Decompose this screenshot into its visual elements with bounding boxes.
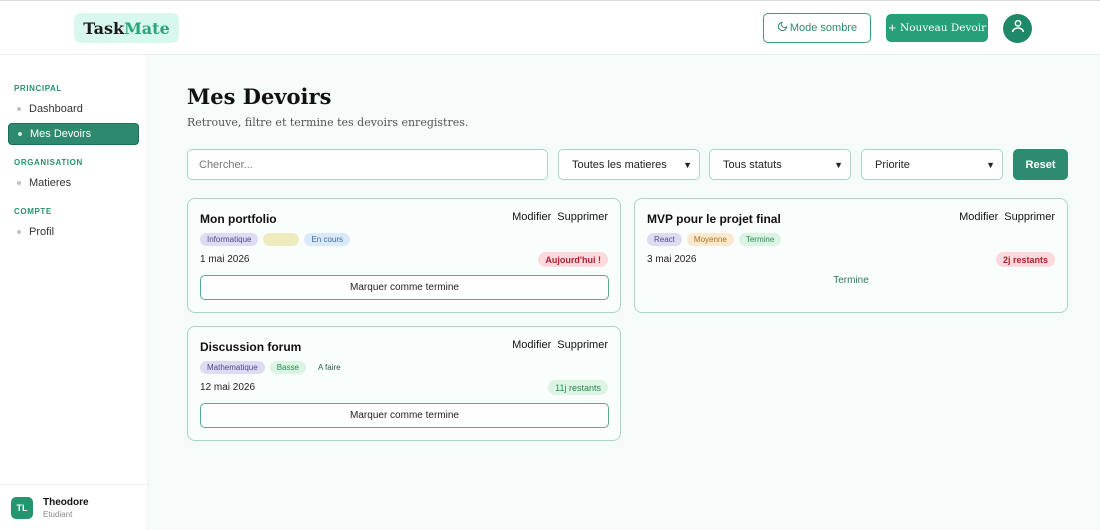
- priority-filter-select[interactable]: Priorite ▼: [861, 149, 1003, 180]
- sidebar-item-dashboard[interactable]: Dashboard: [8, 98, 139, 120]
- due-date: 12 mai 2026: [200, 382, 256, 393]
- search-input[interactable]: [187, 149, 548, 180]
- logo-text-task: Task: [83, 18, 125, 38]
- status-tag: Termine: [738, 233, 782, 246]
- due-date: 1 mai 2026: [200, 254, 250, 265]
- top-bar: Task Mate Mode sombre + Nouveau Devoir: [0, 0, 1100, 55]
- due-badge: Aujourd'hui !: [538, 252, 608, 267]
- bullet-icon: [17, 230, 21, 234]
- sidebar-item-label: Matieres: [29, 177, 72, 189]
- status-filter-select[interactable]: Tous statuts ▼: [709, 149, 851, 180]
- bullet-icon: [18, 132, 22, 136]
- dark-mode-label: Mode sombre: [789, 22, 858, 34]
- priority-filter-value: Priorite: [875, 158, 910, 171]
- mark-done-button[interactable]: Marquer comme termine: [200, 275, 609, 300]
- page-subtitle: Retrouve, filtre et termine tes devoirs …: [187, 116, 469, 129]
- chevron-down-icon: ▼: [834, 159, 843, 170]
- bullet-icon: [17, 181, 21, 185]
- subject-tag: React: [647, 233, 682, 246]
- due-badge: 2j restants: [995, 252, 1055, 267]
- sidebar-item-profil[interactable]: Profil: [8, 221, 139, 243]
- delete-button[interactable]: Supprimer: [557, 339, 608, 351]
- subject-filter-value: Toutes les matieres: [572, 158, 667, 171]
- status-tag: En cours: [304, 233, 351, 246]
- homework-card: MVP pour le projet final Modifier Suppri…: [634, 198, 1068, 313]
- logo-text-mate: Mate: [124, 18, 170, 38]
- card-tags: Informatique En cours: [200, 233, 351, 246]
- due-badge: 11j restants: [548, 380, 608, 395]
- homework-card: Discussion forum Modifier Supprimer Math…: [187, 326, 621, 441]
- subject-tag: Informatique: [200, 233, 259, 246]
- reset-button[interactable]: Reset: [1013, 149, 1068, 180]
- completed-label: Termine: [833, 275, 869, 286]
- user-icon: [1010, 18, 1026, 39]
- edit-button[interactable]: Modifier: [959, 211, 998, 223]
- moon-icon: [777, 21, 788, 35]
- status-filter-value: Tous statuts: [723, 158, 782, 171]
- app-logo[interactable]: Task Mate: [74, 13, 179, 43]
- user-avatar: TL: [11, 497, 33, 519]
- card-actions: Modifier Supprimer: [512, 339, 608, 351]
- card-title: Mon portfolio: [200, 212, 277, 226]
- user-box[interactable]: TL Theodore Etudiant: [0, 484, 148, 530]
- card-actions: Modifier Supprimer: [512, 211, 608, 223]
- mark-done-button[interactable]: Marquer comme termine: [200, 403, 609, 428]
- sidebar-section-compte: COMPTE: [14, 207, 52, 216]
- edit-button[interactable]: Modifier: [512, 211, 551, 223]
- sidebar: PRINCIPAL Dashboard Mes Devoirs ORGANISA…: [0, 55, 148, 530]
- due-date: 3 mai 2026: [647, 254, 697, 265]
- new-homework-button[interactable]: + Nouveau Devoir: [886, 14, 988, 42]
- card-actions: Modifier Supprimer: [959, 211, 1055, 223]
- chevron-down-icon: ▼: [986, 159, 995, 170]
- page-title: Mes Devoirs: [187, 84, 332, 109]
- subject-filter-select[interactable]: Toutes les matieres ▼: [558, 149, 700, 180]
- card-tags: Mathematique Basse A faire: [200, 361, 348, 374]
- priority-tag: [263, 233, 300, 246]
- sidebar-section-principal: PRINCIPAL: [14, 84, 62, 93]
- homework-card: Mon portfolio Modifier Supprimer Informa…: [187, 198, 621, 313]
- priority-tag: Moyenne: [686, 233, 734, 246]
- status-tag: A faire: [317, 363, 341, 372]
- card-tags: React Moyenne Termine: [647, 233, 782, 246]
- sidebar-item-label: Dashboard: [29, 103, 83, 115]
- bullet-icon: [17, 107, 21, 111]
- user-role: Etudiant: [43, 510, 73, 519]
- subject-tag: Mathematique: [200, 361, 265, 374]
- sidebar-item-mes-devoirs[interactable]: Mes Devoirs: [8, 123, 139, 145]
- sidebar-section-organisation: ORGANISATION: [14, 158, 83, 167]
- chevron-down-icon: ▼: [683, 159, 692, 170]
- delete-button[interactable]: Supprimer: [1004, 211, 1055, 223]
- sidebar-item-matieres[interactable]: Matieres: [8, 172, 139, 194]
- card-title: Discussion forum: [200, 340, 302, 354]
- dark-mode-button[interactable]: Mode sombre: [763, 13, 871, 43]
- delete-button[interactable]: Supprimer: [557, 211, 608, 223]
- priority-tag: Basse: [269, 361, 306, 374]
- sidebar-item-label: Profil: [29, 226, 55, 238]
- edit-button[interactable]: Modifier: [512, 339, 551, 351]
- user-name: Theodore: [43, 497, 89, 508]
- card-title: MVP pour le projet final: [647, 212, 781, 226]
- profile-avatar-button[interactable]: [1003, 14, 1032, 43]
- sidebar-item-label: Mes Devoirs: [30, 128, 92, 140]
